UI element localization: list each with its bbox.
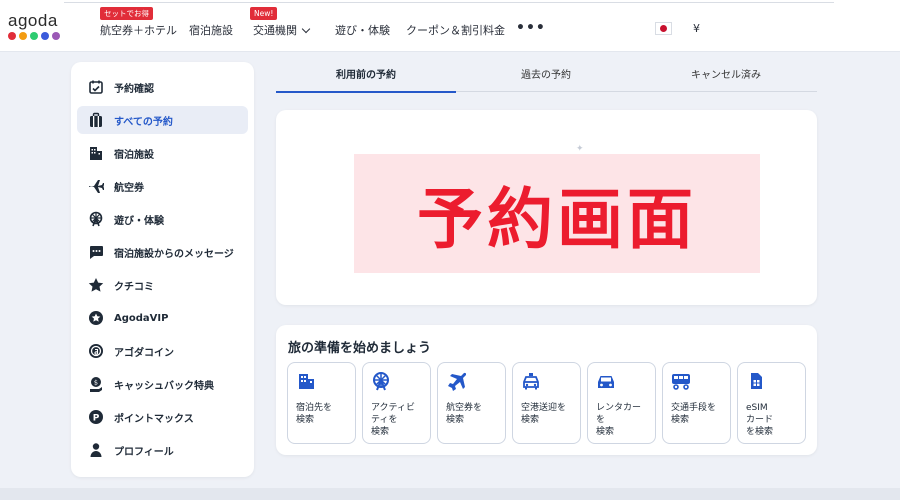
flight-icon (446, 371, 467, 391)
sidebar-item-label: 遊び・体験 (114, 215, 164, 227)
car-icon (596, 371, 616, 391)
flight-hotel-badge: セットでお得 (100, 7, 153, 20)
hotel-icon (296, 371, 316, 391)
sidebar-item-activities[interactable]: 遊び・体験 (77, 205, 248, 233)
sidebar-item-accommodations[interactable]: 宿泊施設 (77, 139, 248, 167)
tile-label: 宿泊先を 検索 (296, 403, 333, 425)
tab-cancelled[interactable]: キャンセル済み (636, 62, 816, 92)
sidebar-item-reviews[interactable]: クチコミ (77, 271, 248, 299)
footer-strip (0, 488, 900, 500)
tab-past[interactable]: 過去の予約 (456, 62, 636, 92)
sidebar-item-booking-check[interactable]: 予約確認 (77, 73, 248, 101)
airport-transfer-icon (521, 371, 541, 391)
more-menu-button[interactable]: ••• (516, 20, 546, 36)
tile-search-hotel[interactable]: 宿泊先を 検索 (287, 362, 356, 444)
sidebar-item-label: 宿泊施設からのメッセージ (114, 248, 234, 260)
building-icon (88, 145, 104, 161)
agoda-logo[interactable]: agoda (8, 12, 68, 44)
sidebar-item-agoda-vip[interactable]: AgodaVIP (77, 304, 248, 332)
nav-transport-label: 交通機関 (253, 24, 297, 37)
tile-search-esim[interactable]: eSIM カード を検索 (737, 362, 806, 444)
reservation-banner-text: 予約画面 (417, 180, 697, 258)
top-navigation-bar: agoda セットでお得 航空券＋ホテル 宿泊施設 New! 交通機関 遊び・体… (0, 0, 900, 52)
sidebar-item-cashback[interactable]: $ キャッシュバック特典 (77, 370, 248, 398)
tile-search-rental-car[interactable]: レンタカー を 検索 (587, 362, 656, 444)
nav-transport[interactable]: 交通機関 (253, 22, 311, 38)
activity-icon (371, 371, 391, 391)
calendar-check-icon (88, 79, 104, 95)
tile-label: 空港送迎を 検索 (521, 403, 567, 425)
sidebar-item-profile[interactable]: プロフィール (77, 436, 248, 464)
vip-star-icon (88, 310, 104, 326)
tile-label: レンタカー を 検索 (596, 403, 642, 437)
sidebar-item-label: キャッシュバック特典 (114, 380, 214, 392)
tile-search-transport[interactable]: 交通手段を 検索 (662, 362, 731, 444)
sidebar-item-label: ポイントマックス (114, 413, 194, 425)
star-icon (88, 277, 104, 293)
tab-label: 利用前の予約 (336, 70, 396, 81)
nav-activities[interactable]: 遊び・体験 (335, 22, 390, 38)
tile-label: 交通手段を 検索 (671, 403, 717, 425)
sidebar-item-label: 航空券 (114, 182, 144, 194)
account-sidebar: 予約確認 すべての予約 宿泊施設 航空券 遊び・体験 宿泊施設からのメッセージ … (71, 62, 254, 477)
sidebar-item-label: すべての予約 (114, 116, 173, 128)
chevron-down-icon (301, 24, 311, 34)
tile-label: eSIM カード を検索 (746, 403, 774, 437)
sidebar-item-label: 宿泊施設 (114, 149, 154, 161)
sidebar-item-messages[interactable]: 宿泊施設からのメッセージ (77, 238, 248, 266)
train-icon (671, 371, 691, 391)
coin-icon (88, 343, 104, 359)
person-icon (88, 442, 104, 458)
sidebar-item-agoda-coins[interactable]: アゴダコイン (77, 337, 248, 365)
message-icon (88, 244, 104, 260)
ferris-wheel-icon (88, 211, 104, 227)
logo-text: agoda (8, 11, 58, 30)
suitcase-icon (88, 112, 104, 128)
sidebar-item-label: プロフィール (114, 446, 174, 458)
currency-selector[interactable]: ¥ (693, 22, 700, 35)
sidebar-item-pointsmax[interactable]: P ポイントマックス (77, 403, 248, 431)
sparkle-icon: ✦ (576, 144, 584, 154)
nav-accommodations[interactable]: 宿泊施設 (189, 22, 233, 38)
sidebar-item-label: クチコミ (114, 281, 154, 293)
sidebar-item-label: 予約確認 (114, 83, 154, 95)
tab-upcoming[interactable]: 利用前の予約 (276, 62, 456, 93)
tile-search-airport-transfer[interactable]: 空港送迎を 検索 (512, 362, 581, 444)
transport-new-badge: New! (250, 7, 278, 20)
tile-search-flight[interactable]: 航空券を 検索 (437, 362, 506, 444)
reservation-banner: 予約画面 (354, 154, 760, 273)
tile-label: 航空券を 検索 (446, 403, 483, 425)
sidebar-item-label: AgodaVIP (114, 312, 169, 324)
active-tab-indicator (276, 91, 456, 93)
svg-text:$: $ (94, 379, 98, 387)
sidebar-item-label: アゴダコイン (114, 347, 174, 359)
browser-edge-line (64, 0, 834, 3)
svg-text:P: P (93, 414, 100, 424)
tile-label: アクティビ ティを 検索 (371, 403, 416, 437)
airplane-icon (88, 178, 104, 194)
japan-flag-icon[interactable] (655, 22, 672, 35)
sidebar-item-flights[interactable]: 航空券 (77, 172, 248, 200)
reservation-card: ✦ 予約画面 (276, 110, 817, 305)
prep-title: 旅の準備を始めましょう (288, 341, 432, 356)
nav-flight-hotel[interactable]: 航空券＋ホテル (100, 22, 177, 38)
logo-dots (8, 32, 68, 40)
cashback-icon: $ (88, 376, 104, 392)
travel-prep-card: 旅の準備を始めましょう 宿泊先を 検索 アクティビ ティを 検索 航空券を 検索… (276, 325, 817, 455)
pointsmax-icon: P (88, 409, 104, 425)
tile-search-activity[interactable]: アクティビ ティを 検索 (362, 362, 431, 444)
sidebar-item-all-bookings[interactable]: すべての予約 (77, 106, 248, 134)
booking-tabs: 利用前の予約 過去の予約 キャンセル済み (276, 62, 817, 93)
nav-coupons[interactable]: クーポン＆割引料金 (406, 22, 505, 38)
esim-icon (746, 371, 766, 391)
